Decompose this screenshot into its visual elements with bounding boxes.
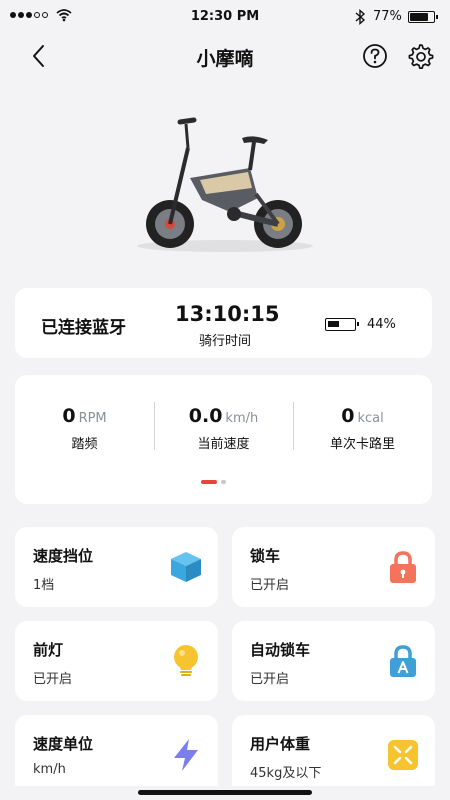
cadence-unit: RPM <box>78 411 107 426</box>
tile-speed-gear[interactable]: 速度挡位 1档 <box>15 527 218 607</box>
speed-unit: km/h <box>225 411 259 426</box>
ride-time-label: 骑行时间 <box>198 334 251 349</box>
calories-value: 0 <box>341 405 355 427</box>
padlock-icon <box>390 551 416 583</box>
calories-stat: 0 kcal 单次卡路里 <box>293 405 432 452</box>
status-bar: 12:30 PM 77% <box>0 0 450 34</box>
home-indicator[interactable] <box>0 786 450 800</box>
tile-subtitle: 已开启 <box>250 672 290 687</box>
help-circle-icon[interactable] <box>362 43 388 69</box>
tile-subtitle: km/h <box>33 762 66 777</box>
bluetooth-icon <box>355 9 366 25</box>
ride-time-value: 13:10:15 <box>175 302 280 326</box>
cadence-stat: 0 RPM 踏频 <box>15 405 154 452</box>
tile-headlight[interactable]: 前灯 已开启 <box>15 621 218 701</box>
tile-subtitle: 1档 <box>33 578 55 593</box>
page-indicator <box>201 480 226 484</box>
tile-subtitle: 45kg及以下 <box>250 766 322 781</box>
lightbulb-icon <box>174 645 198 676</box>
cadence-value: 0 <box>62 405 76 427</box>
tile-title: 速度单位 <box>33 735 94 753</box>
tile-title: 用户体重 <box>250 735 311 753</box>
tile-subtitle: 已开启 <box>33 672 73 687</box>
tile-subtitle: 已开启 <box>250 578 290 593</box>
battery-level-pct: 44% <box>367 317 396 332</box>
battery-icon <box>408 11 438 23</box>
page-dot <box>221 480 226 484</box>
gear-icon[interactable] <box>406 42 434 70</box>
scale-icon <box>388 740 418 770</box>
speed-label: 当前速度 <box>197 437 250 452</box>
status-battery-pct: 77% <box>373 9 402 24</box>
ride-stats-card[interactable]: 0 RPM 踏频 0.0 km/h 当前速度 0 kcal 单次卡路里 <box>15 375 432 504</box>
auto-lock-icon <box>390 645 416 677</box>
tile-title: 前灯 <box>33 641 64 659</box>
cadence-label: 踏频 <box>71 437 98 452</box>
tile-user-weight[interactable]: 用户体重 45kg及以下 <box>232 715 435 795</box>
tile-lock[interactable]: 锁车 已开启 <box>232 527 435 607</box>
speed-stat: 0.0 km/h 当前速度 <box>154 405 293 452</box>
speed-value: 0.0 <box>188 405 223 427</box>
lightning-icon <box>174 739 198 771</box>
page-dot-active <box>201 480 217 484</box>
calories-unit: kcal <box>357 411 384 426</box>
tile-title: 锁车 <box>250 547 281 565</box>
tile-title: 自动锁车 <box>250 641 311 659</box>
tile-auto-lock[interactable]: 自动锁车 已开启 <box>232 621 435 701</box>
battery-level-icon <box>325 318 359 331</box>
calories-label: 单次卡路里 <box>329 437 395 452</box>
tile-speed-unit[interactable]: 速度单位 km/h <box>15 715 218 795</box>
nav-bar: 小摩嘀 <box>0 34 450 78</box>
bike-image <box>137 117 313 252</box>
connection-status-card: 已连接蓝牙 13:10:15 骑行时间 44% <box>15 288 432 358</box>
tile-title: 速度挡位 <box>33 547 94 565</box>
connection-status: 已连接蓝牙 <box>41 318 126 338</box>
cube-icon <box>171 552 201 582</box>
